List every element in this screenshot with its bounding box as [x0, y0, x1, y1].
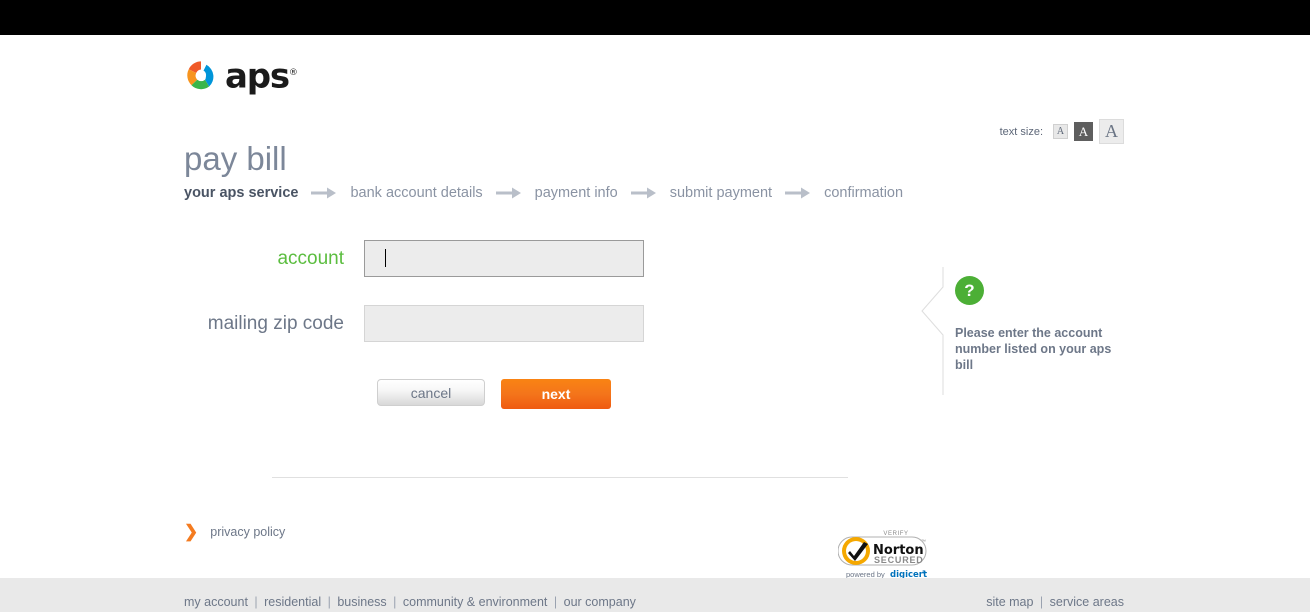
step-arrow-icon [785, 186, 811, 200]
privacy-policy-label: privacy policy [210, 524, 286, 539]
step-submit-payment[interactable]: submit payment [670, 185, 772, 201]
help-panel-divider [920, 267, 944, 395]
text-size-medium-button[interactable]: A [1074, 122, 1093, 141]
text-size-small-button[interactable]: A [1053, 124, 1068, 139]
form-actions: cancel next [377, 379, 611, 409]
step-arrow-icon [311, 186, 337, 200]
aps-swirl-logo-icon [184, 58, 218, 92]
footer-separator: | [327, 595, 331, 609]
text-size-label: text size: [999, 125, 1043, 138]
main-content: aps® pay bill text size: A A A your aps … [0, 35, 1310, 580]
top-black-bar [0, 0, 1310, 35]
mailing-zip-code-input[interactable] [364, 305, 644, 342]
footer-separator: | [1039, 595, 1044, 609]
account-field-row: account [184, 240, 644, 277]
account-label: account [277, 247, 344, 269]
chevron-right-icon: ❯ [184, 522, 199, 541]
footer-left-links: my account | residential | business | co… [184, 595, 636, 609]
footer-link-business[interactable]: business [337, 595, 386, 609]
account-input[interactable] [364, 240, 644, 277]
help-question-icon[interactable]: ? [955, 276, 984, 305]
footer-link-service-areas[interactable]: service areas [1050, 595, 1124, 609]
registered-mark: ® [288, 68, 298, 78]
mailing-zip-code-label: mailing zip code [207, 312, 344, 334]
logo-wordmark: aps® [225, 56, 298, 97]
step-arrow-icon [630, 186, 657, 200]
svg-text:™: ™ [921, 539, 926, 545]
footer-separator: | [254, 595, 258, 609]
step-your-aps-service[interactable]: your aps service [184, 185, 298, 201]
help-text: Please enter the account number listed o… [955, 326, 1112, 372]
footer-link-community-environment[interactable]: community & environment [403, 595, 548, 609]
progress-steps: your aps service bank account details pa… [184, 185, 903, 201]
footer-link-my-account[interactable]: my account [184, 595, 248, 609]
footer-link-our-company[interactable]: our company [564, 595, 636, 609]
text-size-large-button[interactable]: A [1099, 119, 1124, 144]
privacy-policy-link[interactable]: ❯ privacy policy [184, 523, 285, 540]
footer-link-residential[interactable]: residential [264, 595, 321, 609]
norton-secured-badge[interactable]: VERIFY Norton ™ SECURED powered by digic… [838, 527, 928, 583]
page-root: aps® pay bill text size: A A A your aps … [0, 0, 1310, 612]
page-footer: my account | residential | business | co… [0, 578, 1310, 612]
step-bank-account-details[interactable]: bank account details [350, 185, 482, 201]
footer-separator: | [553, 595, 558, 609]
footer-separator: | [393, 595, 397, 609]
section-divider [272, 477, 848, 478]
zip-field-row: mailing zip code [184, 305, 644, 342]
step-arrow-icon [495, 186, 522, 200]
step-confirmation[interactable]: confirmation [824, 185, 903, 201]
svg-text:VERIFY: VERIFY [883, 531, 908, 537]
svg-text:®: ® [922, 569, 926, 576]
next-button[interactable]: next [501, 379, 611, 409]
aps-logo[interactable]: aps® [184, 56, 298, 93]
footer-link-site-map[interactable]: site map [986, 595, 1033, 609]
cancel-button[interactable]: cancel [377, 379, 485, 406]
text-cursor [385, 249, 386, 267]
footer-right-links: site map | service areas [986, 595, 1124, 609]
svg-text:SECURED: SECURED [874, 555, 924, 565]
text-size-control: text size: A A A [1000, 119, 1124, 144]
page-title: pay bill [184, 140, 287, 178]
step-payment-info[interactable]: payment info [535, 185, 618, 201]
